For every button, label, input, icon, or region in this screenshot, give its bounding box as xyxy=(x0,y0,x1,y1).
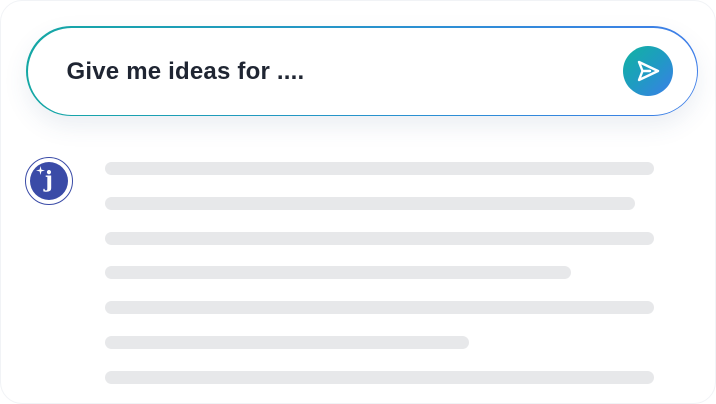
avatar-letter: j xyxy=(45,167,53,193)
response-skeleton-line-6 xyxy=(105,336,469,349)
prompt-text[interactable]: Give me ideas for .... xyxy=(67,28,305,115)
response-skeleton-line-1 xyxy=(105,162,654,175)
response-skeleton-line-3 xyxy=(105,232,654,245)
prompt-input-bar[interactable]: Give me ideas for .... xyxy=(26,26,698,116)
response-skeleton-line-7 xyxy=(105,371,654,384)
response-skeleton-line-2 xyxy=(105,197,635,210)
chat-card: Give me ideas for .... j xyxy=(0,0,716,404)
avatar-badge: j xyxy=(30,162,68,200)
assistant-avatar: j xyxy=(25,157,73,205)
response-skeleton-line-4 xyxy=(105,266,571,279)
send-button[interactable] xyxy=(622,46,673,96)
response-skeleton-line-5 xyxy=(105,301,654,314)
prompt-input-inner[interactable]: Give me ideas for .... xyxy=(27,27,697,115)
send-icon xyxy=(637,60,659,82)
